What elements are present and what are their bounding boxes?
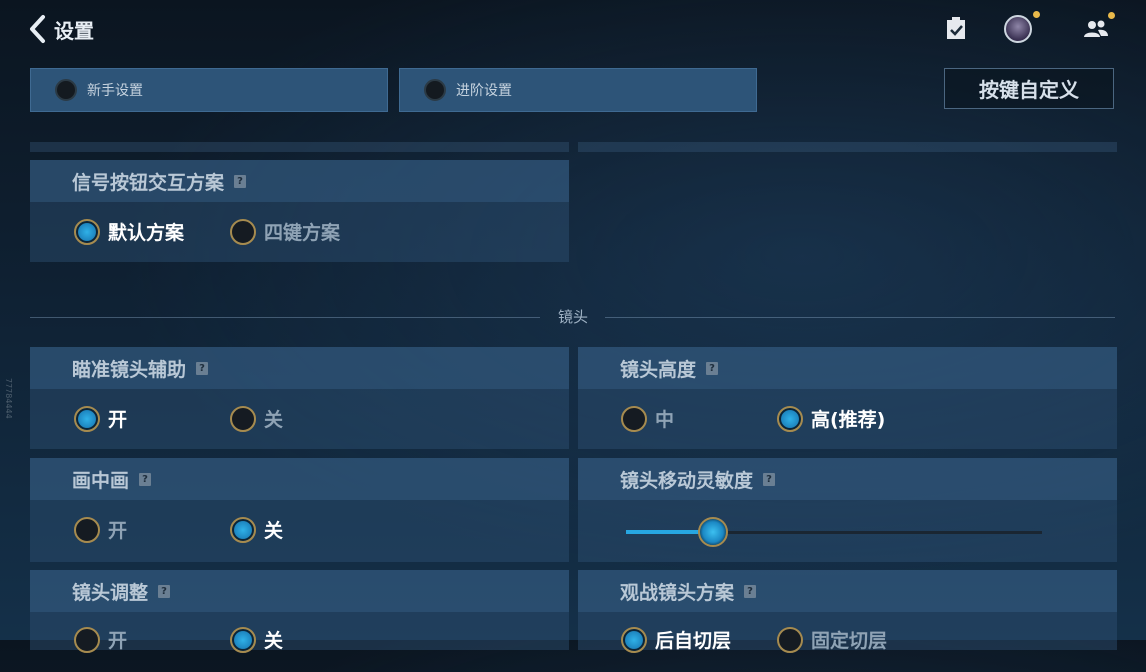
help-icon[interactable]: ? [234, 174, 247, 188]
radio-selected-icon [230, 516, 256, 543]
option-label: 四键方案 [264, 222, 341, 244]
panel-title: 镜头调整 [72, 581, 149, 604]
option-medium[interactable]: 中 [621, 405, 674, 432]
radio-icon [230, 218, 256, 245]
panel-strip [30, 142, 569, 152]
friends-button[interactable] [1079, 12, 1115, 46]
camera-height-panel: 镜头高度? 中 高(推荐) [578, 347, 1117, 449]
notification-dot [1108, 12, 1115, 19]
avatar-button[interactable] [1001, 11, 1040, 46]
section-title-camera: 镜头 [557, 308, 588, 326]
friends-icon [1084, 20, 1108, 37]
help-icon[interactable]: ? [158, 584, 171, 598]
side-watermark: 77784444 [4, 378, 13, 419]
picture-in-picture-panel: 画中画? 开 关 [30, 458, 569, 562]
back-button[interactable]: 设置 [28, 12, 118, 46]
option-label: 开 [108, 520, 128, 542]
radio-indicator [55, 79, 77, 101]
option-off[interactable]: 关 [230, 516, 283, 543]
panel-title: 镜头高度 [620, 358, 697, 381]
radio-icon [621, 405, 647, 432]
radio-indicator [424, 79, 446, 101]
option-label: 开 [108, 409, 128, 431]
camera-sensitivity-panel: 镜头移动灵敏度? [578, 458, 1117, 562]
page-title: 设置 [54, 18, 94, 43]
option-four-key-scheme[interactable]: 四键方案 [230, 218, 340, 245]
radio-selected-icon [74, 218, 100, 245]
panel-title: 信号按钮交互方案 [72, 171, 225, 194]
option-on[interactable]: 开 [74, 405, 127, 432]
help-icon[interactable]: ? [196, 361, 209, 375]
help-icon[interactable]: ? [706, 361, 719, 375]
tab-label: 新手设置 [87, 83, 143, 99]
option-default-scheme[interactable]: 默认方案 [74, 218, 184, 245]
radio-selected-icon [74, 405, 100, 432]
radio-selected-icon [777, 405, 803, 432]
help-icon[interactable]: ? [139, 472, 152, 486]
custom-keys-button[interactable]: 按键自定义 [944, 68, 1114, 109]
aim-assist-panel: 瞄准镜头辅助? 开 关 [30, 347, 569, 449]
task-clipboard-button[interactable] [939, 12, 973, 46]
section-divider [605, 317, 1115, 318]
option-off[interactable]: 关 [230, 405, 283, 432]
tab-label: 进阶设置 [456, 83, 512, 99]
panel-title: 镜头移动灵敏度 [620, 469, 754, 492]
option-label: 默认方案 [108, 222, 185, 244]
section-divider [30, 317, 540, 318]
help-icon[interactable]: ? [744, 584, 757, 598]
notification-dot [1033, 11, 1040, 18]
chevron-left-icon [30, 15, 45, 43]
option-label: 高(推荐) [811, 409, 886, 431]
panel-title: 瞄准镜头辅助 [72, 358, 187, 381]
radio-icon [74, 516, 100, 543]
panel-strip [578, 142, 1117, 152]
radio-icon [230, 405, 256, 432]
option-on[interactable]: 开 [74, 516, 127, 543]
option-label: 中 [655, 409, 675, 431]
help-icon[interactable]: ? [763, 472, 776, 486]
option-high-recommended[interactable]: 高(推荐) [777, 405, 885, 432]
clipboard-check-icon [947, 17, 965, 39]
spectate-camera-panel: 观战镜头方案? 后自切层 固定切层 [578, 570, 1117, 653]
panel-title: 观战镜头方案 [620, 581, 735, 604]
panel-title: 画中画 [72, 469, 130, 492]
signal-scheme-panel: 信号按钮交互方案? 默认方案 四键方案 [30, 160, 569, 262]
avatar [1004, 11, 1040, 43]
tab-advanced-settings[interactable]: 进阶设置 [399, 68, 757, 112]
option-label: 关 [264, 409, 284, 431]
camera-adjust-panel: 镜头调整? 开 关 [30, 570, 569, 653]
sensitivity-slider-handle[interactable] [698, 517, 728, 547]
option-label: 关 [264, 520, 284, 542]
tab-beginner-settings[interactable]: 新手设置 [30, 68, 388, 112]
